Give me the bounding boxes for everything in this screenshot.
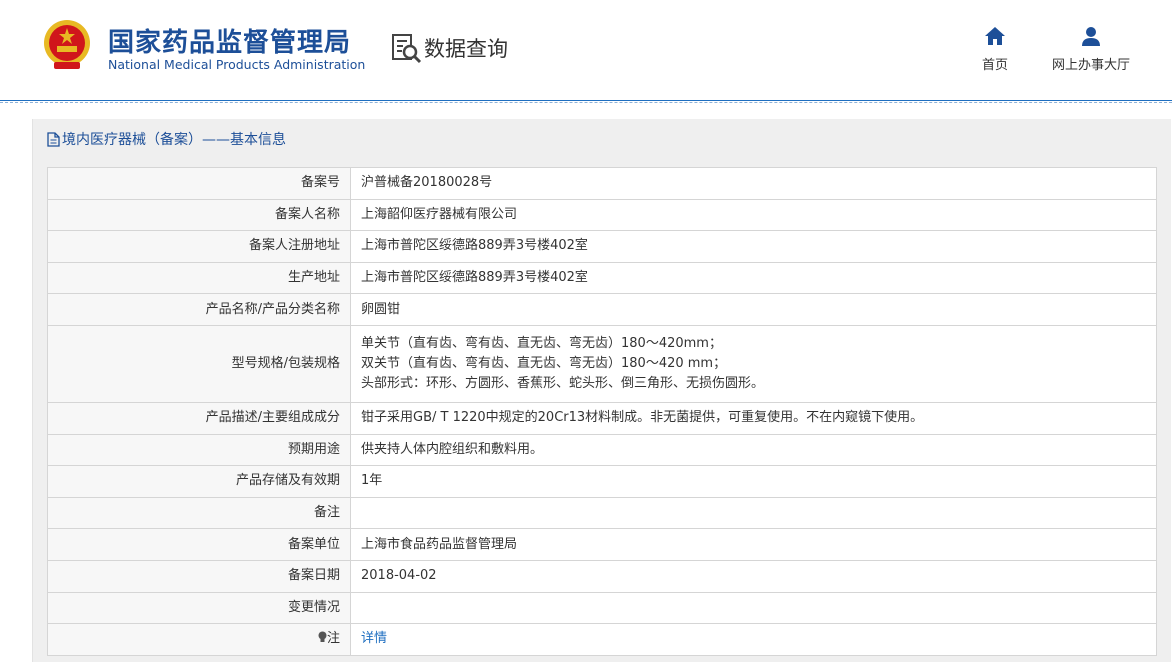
row-label: 产品名称/产品分类名称	[47, 293, 351, 326]
row-label: 预期用途	[47, 433, 351, 467]
row-label: 备案人注册地址	[47, 230, 351, 263]
table-row: 产品描述/主要组成成分 钳子采用GB/ T 1220中规定的20Cr13材料制成…	[47, 401, 1157, 435]
row-value: 2018-04-02	[350, 559, 1157, 593]
row-label: 备注	[47, 496, 351, 530]
panel-title: 境内医疗器械（备案）——基本信息	[47, 129, 286, 149]
row-label: 备案单位	[47, 528, 351, 561]
row-label: 生产地址	[47, 261, 351, 295]
row-value	[350, 591, 1157, 625]
nav-home[interactable]: 首页	[982, 26, 1008, 73]
header-divider	[0, 100, 1172, 103]
row-value: 上海市普陀区绥德路889弄3号楼402室	[350, 261, 1157, 295]
row-label: 备案日期	[47, 559, 351, 593]
table-row: 型号规格/包装规格 单关节（直有齿、弯有齿、直无齿、弯无齿）180～420mm；…	[47, 324, 1157, 403]
row-value: 上海韶仰医疗器械有限公司	[350, 198, 1157, 232]
nav-online-hall[interactable]: 网上办事大厅	[1052, 26, 1130, 73]
row-label: 产品描述/主要组成成分	[47, 401, 351, 435]
row-value: 详情	[350, 623, 1157, 656]
table-row: 备案日期 2018-04-02	[47, 559, 1157, 593]
row-label: 备案号	[47, 167, 351, 200]
table-row: 预期用途 供夹持人体内腔组织和敷料用。	[47, 433, 1157, 467]
table-row: 备案号 沪普械备20180028号	[47, 167, 1157, 200]
spec-line: 单关节（直有齿、弯有齿、直无齿、弯无齿）180～420mm；	[361, 335, 722, 351]
document-icon	[47, 131, 60, 147]
nav-online-hall-label: 网上办事大厅	[1052, 58, 1131, 73]
row-label: 变更情况	[47, 591, 351, 625]
row-value: 1年	[350, 465, 1157, 498]
spec-line: 头部形式：环形、方圆形、香蕉形、蛇头形、倒三角形、无损伤圆形。	[361, 375, 765, 391]
row-label: 产品存储及有效期	[47, 465, 351, 498]
details-link[interactable]: 详情	[361, 631, 387, 646]
table-row: 备案人名称 上海韶仰医疗器械有限公司	[47, 198, 1157, 232]
document-search-icon	[392, 34, 422, 64]
row-value: 上海市食品药品监督管理局	[350, 528, 1157, 561]
spec-line: 双关节（直有齿、弯有齿、直无齿、弯无齿）180～420 mm；	[361, 355, 727, 371]
row-value: 卵圆钳	[350, 293, 1157, 326]
table-row: 备案人注册地址 上海市普陀区绥德路889弄3号楼402室	[47, 230, 1157, 263]
panel-title-text: 境内医疗器械（备案）——基本信息	[62, 132, 286, 148]
row-label-note: 注	[47, 623, 351, 656]
table-row: 备案单位 上海市食品药品监督管理局	[47, 528, 1157, 561]
site-logo-title: 国家药品监督管理局	[108, 28, 352, 58]
row-value: 供夹持人体内腔组织和敷料用。	[350, 433, 1157, 467]
row-label: 型号规格/包装规格	[47, 324, 351, 403]
row-label: 备案人名称	[47, 198, 351, 232]
note-label: 注	[326, 631, 340, 647]
data-query-label: 数据查询	[424, 37, 508, 61]
home-icon	[985, 27, 1005, 45]
user-icon	[1082, 27, 1100, 46]
info-panel: 境内医疗器械（备案）——基本信息 备案号 沪普械备20180028号 备案人名称…	[32, 119, 1171, 662]
record-info-table: 备案号 沪普械备20180028号 备案人名称 上海韶仰医疗器械有限公司 备案人…	[47, 167, 1157, 656]
data-query-heading: 数据查询	[390, 32, 508, 64]
row-value: 上海市普陀区绥德路889弄3号楼402室	[350, 230, 1157, 263]
row-value	[350, 496, 1157, 530]
site-header: 国家药品监督管理局 National Medical Products Admi…	[0, 0, 1172, 101]
nav-home-label: 首页	[982, 58, 1009, 73]
row-value: 沪普械备20180028号	[350, 167, 1157, 200]
table-row: 注 详情	[47, 623, 1157, 656]
table-row: 产品名称/产品分类名称 卵圆钳	[47, 293, 1157, 326]
table-row: 生产地址 上海市普陀区绥德路889弄3号楼402室	[47, 261, 1157, 295]
site-logo-subtitle: National Medical Products Administration	[108, 57, 366, 72]
table-row: 备注	[47, 496, 1157, 530]
lightbulb-icon	[318, 631, 327, 643]
table-row: 产品存储及有效期 1年	[47, 465, 1157, 498]
national-emblem-icon	[44, 20, 90, 69]
row-value: 单关节（直有齿、弯有齿、直无齿、弯无齿）180～420mm； 双关节（直有齿、弯…	[350, 324, 1157, 403]
table-row: 变更情况	[47, 591, 1157, 625]
row-value: 钳子采用GB/ T 1220中规定的20Cr13材料制成。非无菌提供，可重复使用…	[350, 401, 1157, 435]
